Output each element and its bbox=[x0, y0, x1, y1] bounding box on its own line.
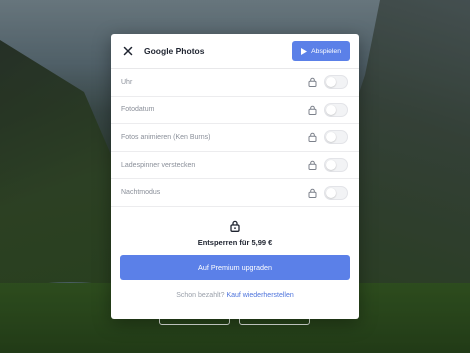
setting-label: Nachtmodus bbox=[121, 189, 161, 197]
toggle-switch[interactable] bbox=[324, 102, 348, 117]
modal-header: Google Photos Abspielen bbox=[111, 34, 359, 69]
unlock-section: Entsperren für 5,99 € Auf Premium upgrad… bbox=[111, 207, 359, 299]
setting-label: Fotos animieren (Ken Burns) bbox=[121, 133, 211, 141]
play-button[interactable]: Abspielen bbox=[292, 41, 350, 61]
lock-icon bbox=[308, 105, 317, 115]
settings-modal: Google Photos Abspielen Uhr Fotodatum Fo… bbox=[111, 34, 359, 319]
toggle-switch[interactable] bbox=[324, 130, 348, 145]
unlock-price-text: Entsperren für 5,99 € bbox=[197, 237, 273, 247]
lock-icon bbox=[308, 188, 317, 198]
toggle-switch[interactable] bbox=[324, 158, 348, 173]
modal-title: Google Photos bbox=[144, 46, 205, 56]
setting-row-night-mode: Nachtmodus bbox=[111, 179, 359, 207]
upgrade-button-label: Auf Premium upgraden bbox=[198, 262, 272, 272]
setting-row-hide-spinner: Ladespinner verstecken bbox=[111, 152, 359, 180]
setting-label: Uhr bbox=[121, 78, 133, 86]
setting-label: Ladespinner verstecken bbox=[121, 161, 196, 169]
setting-row-ken-burns: Fotos animieren (Ken Burns) bbox=[111, 124, 359, 152]
lock-icon bbox=[308, 77, 317, 88]
play-button-label: Abspielen bbox=[311, 47, 341, 55]
toggle-switch[interactable] bbox=[324, 185, 348, 200]
setting-row-photo-date: Fotodatum bbox=[111, 97, 359, 125]
settings-list: Uhr Fotodatum Fotos animieren (Ken Burns… bbox=[111, 69, 359, 207]
setting-row-clock: Uhr bbox=[111, 69, 359, 97]
lock-icon bbox=[308, 132, 317, 143]
play-icon bbox=[301, 47, 308, 55]
toggle-switch[interactable] bbox=[324, 75, 348, 90]
lock-icon bbox=[308, 160, 317, 171]
restore-question: Schon bezahlt? bbox=[176, 291, 225, 299]
close-icon[interactable] bbox=[122, 45, 134, 57]
upgrade-premium-button[interactable]: Auf Premium upgraden bbox=[120, 254, 350, 280]
restore-purchase-row: Schon bezahlt? Kauf wiederherstellen bbox=[111, 292, 359, 299]
setting-label: Fotodatum bbox=[121, 106, 155, 114]
lock-icon bbox=[230, 220, 240, 232]
restore-purchase-link[interactable]: Kauf wiederherstellen bbox=[226, 292, 293, 299]
